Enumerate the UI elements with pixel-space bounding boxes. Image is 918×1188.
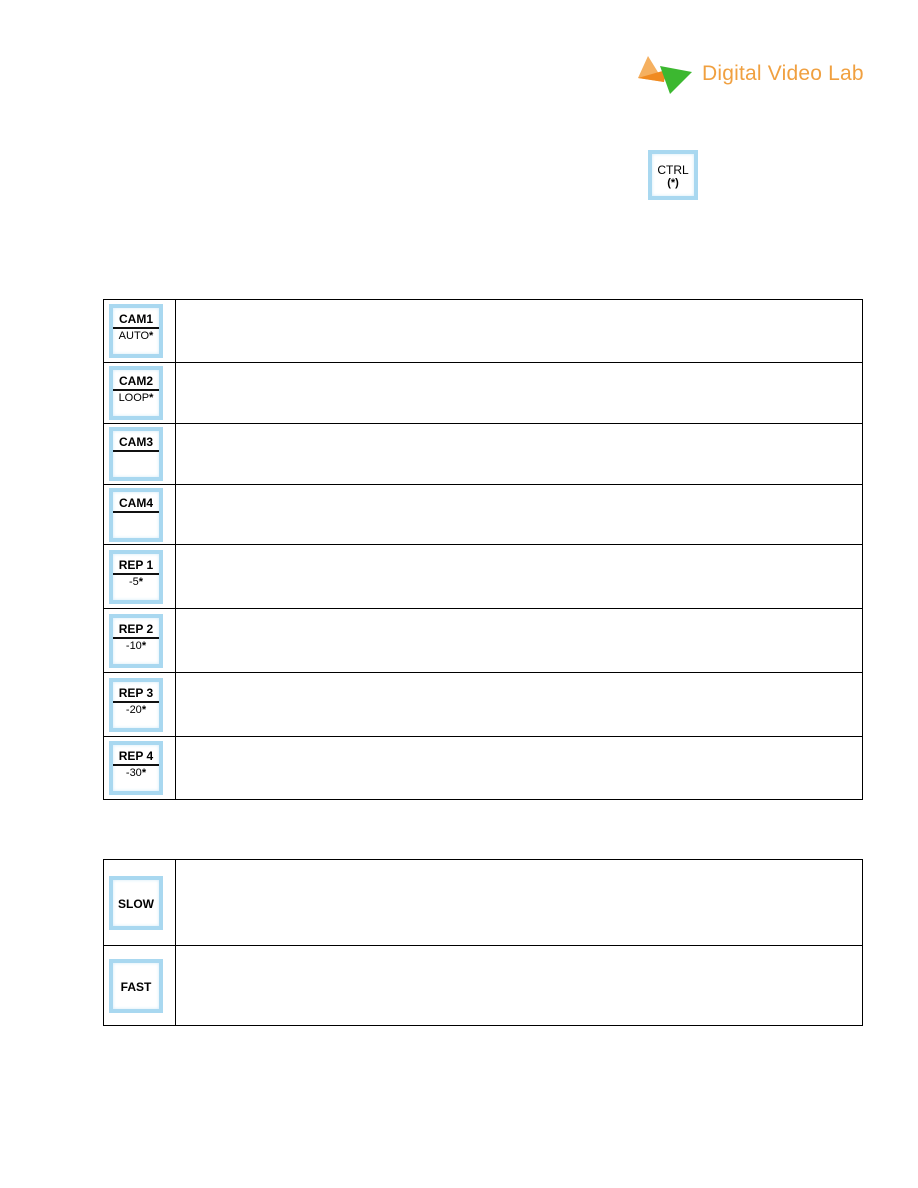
key-icon: REP 4 -30* [109, 741, 163, 795]
table-row: CAM2 LOOP* [103, 362, 863, 424]
star-mark: * [138, 575, 144, 588]
logo-text: Digital Video Lab [702, 62, 864, 85]
key-sublabel-text: LOOP [118, 392, 150, 404]
key-label: REP 2 [118, 621, 154, 636]
description-cell [175, 672, 863, 737]
key-icon: CAM4 [109, 487, 163, 542]
description-cell [175, 299, 863, 363]
key-sublabel: (*) [667, 176, 679, 189]
star-mark: * [149, 330, 154, 342]
key-cell: CAM2 LOOP* [103, 362, 176, 424]
star-mark: * [149, 392, 154, 404]
table-row: REP 3 -20* [103, 672, 863, 737]
key-cell: CAM3 [103, 423, 176, 485]
key-divider [113, 450, 159, 452]
table-row: FAST [103, 945, 863, 1026]
key-sublabel: -20* [126, 704, 146, 717]
key-sublabel-text: -5 [128, 575, 139, 588]
camera-replay-keys-table: CAM1 AUTO* CAM2 LOOP* CAM3 CAM4 REP 1 -5… [103, 299, 863, 800]
description-cell [175, 945, 863, 1026]
description-cell [175, 608, 863, 673]
key-icon: CAM2 LOOP* [109, 366, 163, 420]
description-cell [175, 423, 863, 485]
key-divider [113, 572, 159, 575]
table-row: REP 2 -10* [103, 608, 863, 673]
key-icon: CAM3 [109, 427, 163, 481]
key-divider [113, 636, 159, 639]
key-label: CTRL [657, 162, 689, 177]
key-cell: REP 2 -10* [103, 608, 176, 673]
key-cell: FAST [103, 945, 176, 1026]
star-mark: * [141, 703, 147, 716]
key-icon: REP 1 -5* [109, 549, 163, 604]
key-sublabel-text: AUTO [118, 330, 150, 342]
description-cell [175, 362, 863, 424]
key-divider [113, 327, 159, 329]
table-row: CAM3 [103, 423, 863, 485]
key-cell: REP 3 -20* [103, 672, 176, 737]
ctrl-key: CTRL (*) [648, 150, 698, 200]
key-label: REP 4 [118, 749, 154, 763]
key-sublabel-text: -20 [125, 703, 142, 716]
key-divider [113, 764, 159, 766]
key-label: CAM2 [118, 374, 153, 388]
key-sublabel-text: -10 [125, 639, 142, 652]
key-label: REP 1 [118, 557, 154, 572]
table-row: SLOW [103, 859, 863, 946]
description-cell [175, 736, 863, 800]
table-row: REP 4 -30* [103, 736, 863, 800]
key-label: CAM4 [118, 495, 153, 510]
logo-triangles-icon [638, 56, 692, 94]
logo: Digital Video Lab [636, 52, 864, 96]
key-cell: REP 4 -30* [103, 736, 176, 800]
star-mark: * [141, 767, 147, 779]
key-icon: CAM1 AUTO* [109, 304, 163, 358]
key-divider [113, 389, 159, 391]
document-page: Digital Video Lab CTRL (*) CAM1 AUTO* CA… [0, 0, 918, 1188]
speed-keys-table: SLOW FAST [103, 859, 863, 1026]
key-icon: REP 3 -20* [109, 677, 163, 732]
key-sublabel: AUTO* [119, 330, 154, 343]
key-divider [113, 700, 159, 703]
key-label: SLOW [118, 896, 154, 911]
key-cell: CAM4 [103, 484, 176, 545]
description-cell [175, 484, 863, 545]
key-icon: FAST [109, 958, 163, 1013]
key-sublabel: -10* [126, 640, 146, 653]
key-divider [113, 510, 159, 513]
table-row: CAM1 AUTO* [103, 299, 863, 363]
key-sublabel-text: -30 [125, 767, 142, 779]
key-cell: REP 1 -5* [103, 544, 176, 609]
key-label: FAST [120, 979, 152, 994]
key-label: CAM3 [118, 435, 153, 449]
star-mark: * [141, 639, 147, 652]
key-label: CAM1 [118, 312, 153, 326]
key-sublabel: LOOP* [119, 392, 154, 405]
key-sublabel: -30* [126, 767, 146, 780]
description-cell [175, 859, 863, 946]
key-sublabel: -5* [129, 576, 143, 589]
table-row: CAM4 [103, 484, 863, 545]
key-cell: CAM1 AUTO* [103, 299, 176, 363]
key-icon: REP 2 -10* [109, 613, 163, 668]
description-cell [175, 544, 863, 609]
table-row: REP 1 -5* [103, 544, 863, 609]
key-cell: SLOW [103, 859, 176, 946]
key-icon: SLOW [109, 875, 163, 930]
key-label: REP 3 [118, 685, 154, 700]
